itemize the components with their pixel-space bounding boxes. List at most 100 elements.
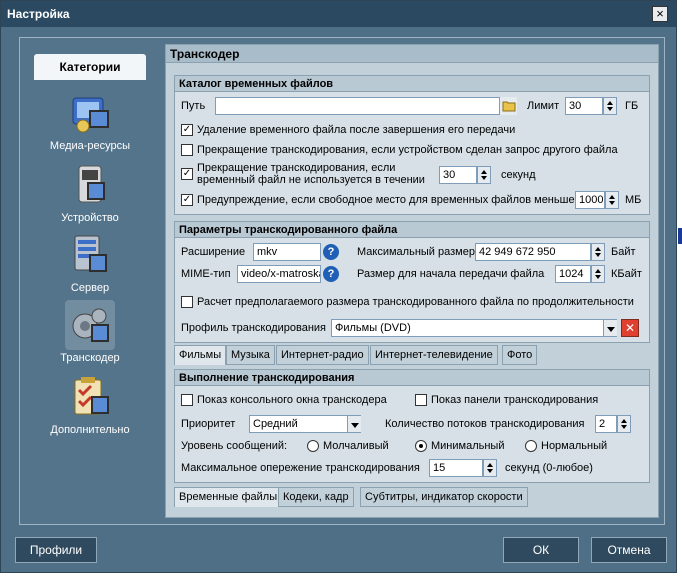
- stop-on-other-label: Прекращение транскодирования, если устро…: [197, 144, 618, 156]
- msg-level-normal-label: Нормальный: [541, 440, 608, 452]
- warn-free-unit: МБ: [625, 194, 642, 206]
- tab-subtitles[interactable]: Субтитры, индикатор скорости: [360, 487, 528, 507]
- path-input[interactable]: [215, 97, 517, 115]
- tab-internet-radio[interactable]: Интернет-радио: [276, 345, 369, 365]
- show-console-checkbox[interactable]: [181, 394, 193, 406]
- close-icon[interactable]: ×: [652, 6, 668, 22]
- warn-free-label: Предупреждение, если свободное место для…: [197, 194, 575, 206]
- tab-films[interactable]: Фильмы: [174, 345, 227, 365]
- window-title: Настройка: [7, 7, 70, 21]
- msg-level-label: Уровень сообщений:: [181, 440, 288, 452]
- group-title: Параметры транскодированного файла: [175, 222, 649, 238]
- priority-select[interactable]: Средний: [249, 415, 361, 433]
- priority-row: Приоритет Средний Количество потоков тра…: [175, 414, 649, 436]
- delete-after-label: Удаление временного файла после завершен…: [197, 124, 516, 136]
- tab-music[interactable]: Музыка: [226, 345, 275, 365]
- chevron-down-icon[interactable]: [347, 416, 361, 432]
- profile-row: Профиль транскодирования Фильмы (DVD) ✕: [175, 318, 649, 340]
- max-size-spinner[interactable]: [591, 243, 605, 261]
- ext-help-icon[interactable]: ?: [323, 244, 339, 260]
- category-media-resources[interactable]: Медиа-ресурсы: [34, 88, 146, 158]
- warn-free-input[interactable]: 1000: [575, 191, 605, 209]
- transcoder-panel: Транскодер Каталог временных файлов Путь…: [165, 44, 659, 518]
- threads-spinner[interactable]: [617, 415, 631, 433]
- category-label: Дополнительно: [50, 424, 130, 436]
- ext-input[interactable]: mkv: [253, 243, 321, 261]
- path-row: Путь Лимит 30 ГБ: [175, 96, 649, 118]
- tab-photo[interactable]: Фото: [502, 345, 538, 365]
- limit-spinner[interactable]: [603, 97, 617, 115]
- title-bar: Настройка ×: [1, 1, 676, 27]
- category-transcoder[interactable]: Транскодер: [34, 300, 146, 370]
- chevron-down-icon[interactable]: [603, 320, 617, 336]
- msg-level-minimal-radio[interactable]: [415, 440, 427, 452]
- folder-icon[interactable]: [499, 97, 517, 115]
- path-label: Путь: [181, 100, 206, 112]
- threads-input[interactable]: 2: [595, 415, 617, 433]
- console-row: Показ консольного окна транскодера Показ…: [175, 390, 649, 412]
- msg-level-silent-radio[interactable]: [307, 440, 319, 452]
- max-ahead-input[interactable]: 15: [429, 459, 483, 477]
- limit-label: Лимит: [527, 100, 560, 112]
- profiles-button[interactable]: Профили: [15, 537, 97, 563]
- category-device[interactable]: Устройство: [34, 160, 146, 230]
- stop-unused-row: ✓ Прекращение транскодирования, если вре…: [175, 162, 649, 188]
- show-panel-checkbox[interactable]: [415, 394, 427, 406]
- calc-size-label: Расчет предполагаемого размера транскоди…: [197, 296, 634, 308]
- show-console-label: Показ консольного окна транскодера: [197, 394, 387, 406]
- category-label: Транскодер: [60, 352, 120, 364]
- calc-size-checkbox[interactable]: [181, 296, 193, 308]
- categories-panel: Категории Медиа-ресурсы Устройство Серве…: [34, 54, 146, 494]
- category-additional[interactable]: Дополнительно: [34, 372, 146, 442]
- ext-row: Расширение mkv ? Максимальный размер 42 …: [175, 242, 649, 264]
- category-label: Устройство: [61, 212, 119, 224]
- warn-free-spinner[interactable]: [605, 191, 619, 209]
- delete-after-checkbox[interactable]: ✓: [181, 124, 193, 136]
- max-size-unit: Байт: [611, 246, 636, 258]
- transcoded-params-group: Параметры транскодированного файла Расши…: [174, 221, 650, 343]
- profile-label: Профиль транскодирования: [181, 322, 327, 334]
- max-ahead-spinner[interactable]: [483, 459, 497, 477]
- warn-free-row: ✓ Предупреждение, если свободное место д…: [175, 190, 649, 212]
- msg-level-minimal-label: Минимальный: [431, 440, 505, 452]
- show-panel-label: Показ панели транскодирования: [431, 394, 599, 406]
- max-ahead-label: Максимальное опережение транскодирования: [181, 462, 420, 474]
- mime-row: MIME-тип video/x-matroska ? Размер для н…: [175, 264, 649, 286]
- server-icon: [65, 230, 115, 280]
- start-size-unit: КБайт: [611, 268, 642, 280]
- msg-level-normal-radio[interactable]: [525, 440, 537, 452]
- profile-select[interactable]: Фильмы (DVD): [331, 319, 617, 337]
- max-size-input[interactable]: 42 949 672 950: [475, 243, 591, 261]
- warn-free-checkbox[interactable]: ✓: [181, 194, 193, 206]
- content-frame: Категории Медиа-ресурсы Устройство Серве…: [19, 37, 665, 525]
- stop-unused-label-1: Прекращение транскодирования, если: [197, 162, 396, 174]
- max-size-label: Максимальный размер: [357, 246, 475, 258]
- start-size-input[interactable]: 1024: [555, 265, 591, 283]
- mime-input[interactable]: video/x-matroska: [237, 265, 321, 283]
- msg-level-silent-label: Молчаливый: [323, 440, 389, 452]
- stop-unused-checkbox[interactable]: ✓: [181, 168, 193, 180]
- stop-unused-spinner[interactable]: [477, 166, 491, 184]
- additional-icon: [65, 372, 115, 422]
- stop-on-other-checkbox[interactable]: [181, 144, 193, 156]
- threads-label: Количество потоков транскодирования: [385, 418, 585, 430]
- msg-level-row: Уровень сообщений: Молчаливый Минимальны…: [175, 436, 649, 458]
- temp-catalog-group: Каталог временных файлов Путь Лимит 30 Г…: [174, 75, 650, 215]
- mime-help-icon[interactable]: ?: [323, 266, 339, 282]
- tab-temp-files[interactable]: Временные файлы: [174, 487, 283, 507]
- stop-unused-unit: секунд: [501, 169, 536, 181]
- tab-internet-tv[interactable]: Интернет-телевидение: [370, 345, 498, 365]
- ok-button[interactable]: ОК: [503, 537, 579, 563]
- start-size-spinner[interactable]: [591, 265, 605, 283]
- stop-unused-input[interactable]: 30: [439, 166, 477, 184]
- delete-profile-icon[interactable]: ✕: [621, 319, 639, 337]
- limit-input[interactable]: 30: [565, 97, 603, 115]
- calc-size-row: Расчет предполагаемого размера транскоди…: [175, 292, 649, 314]
- bottom-tabs: Временные файлы Кодеки, кадр Субтитры, и…: [174, 487, 650, 507]
- tab-codecs[interactable]: Кодеки, кадр: [278, 487, 354, 507]
- group-title: Выполнение транскодирования: [175, 370, 649, 386]
- transcoder-icon: [65, 300, 115, 350]
- cancel-button[interactable]: Отмена: [591, 537, 667, 563]
- category-server[interactable]: Сервер: [34, 230, 146, 300]
- settings-window: Настройка × Категории Медиа-ресурсы Устр…: [0, 0, 677, 573]
